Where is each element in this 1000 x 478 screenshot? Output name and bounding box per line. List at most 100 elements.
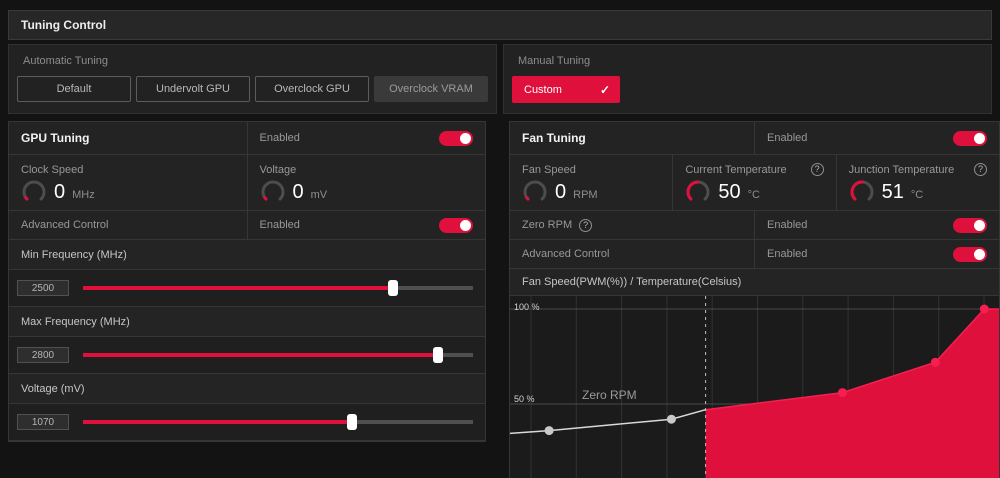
fan-curve-point[interactable] — [838, 388, 847, 398]
slider-fill — [83, 420, 353, 424]
fan-advanced-control-toggle[interactable] — [953, 246, 987, 262]
zero-rpm-label: Zero RPM — [522, 219, 573, 231]
custom-button[interactable]: Custom ✓ — [512, 76, 620, 103]
voltage-slider[interactable] — [83, 414, 473, 430]
toggle-knob — [974, 132, 985, 144]
default-button[interactable]: Default — [17, 76, 131, 102]
clock-speed-label: Clock Speed — [21, 163, 84, 176]
current-temperature-cell: Current Temperature ? 50 °C — [672, 155, 835, 210]
current-temperature-gauge-icon — [686, 180, 710, 201]
zero-rpm-toggle[interactable] — [953, 217, 987, 233]
voltage-cell: Voltage 0 mV — [246, 155, 486, 210]
fan-tuning-panel: Fan Tuning Enabled Fan Speed 0 RPM Curre… — [509, 121, 1000, 478]
voltage-mv-label: Voltage (mV) — [9, 374, 485, 404]
max-frequency-slider-handle[interactable] — [432, 347, 443, 363]
fan-advanced-enabled-label: Enabled — [767, 248, 808, 260]
fan-speed-gauge-icon — [523, 180, 547, 201]
gpu-tuning-title: GPU Tuning — [21, 131, 90, 145]
fan-curve-point[interactable] — [930, 357, 940, 367]
min-frequency-slider[interactable] — [83, 280, 473, 296]
voltage-label: Voltage — [259, 163, 297, 176]
gpu-advanced-control-cell: Advanced Control — [9, 211, 247, 239]
gpu-gauges-row: Clock Speed 0 MHz Voltage 0 mV — [9, 155, 485, 211]
gpu-advanced-enabled-label: Enabled — [259, 219, 300, 231]
overclock-gpu-button[interactable]: Overclock GPU — [255, 76, 369, 102]
fan-speed-cell: Fan Speed 0 RPM — [510, 155, 672, 210]
fan-advanced-control-cell: Advanced Control — [510, 240, 754, 268]
help-icon[interactable]: ? — [579, 218, 593, 232]
min-frequency-slider-handle[interactable] — [388, 280, 399, 296]
gpu-advanced-control-label: Advanced Control — [21, 219, 109, 231]
gpu-advanced-control-toggle[interactable] — [439, 217, 473, 233]
voltage-slider-handle[interactable] — [347, 414, 358, 430]
min-frequency-input[interactable] — [17, 280, 69, 296]
gpu-tuning-enabled-cell: Enabled — [246, 122, 486, 154]
clock-speed-gauge-icon — [22, 180, 46, 201]
junction-temperature-gauge-icon — [850, 180, 874, 201]
fan-speed-value: 0 — [555, 180, 567, 203]
gpu-advanced-enabled-cell: Enabled — [246, 211, 486, 239]
help-icon[interactable]: ? — [810, 163, 824, 176]
max-frequency-label: Max Frequency (MHz) — [9, 307, 485, 337]
fan-advanced-control-label: Advanced Control — [522, 248, 610, 260]
max-frequency-input[interactable] — [17, 347, 69, 363]
junction-temperature-unit: °C — [910, 189, 924, 201]
gpu-tuning-enabled-toggle[interactable] — [439, 130, 473, 146]
custom-button-label: Custom — [524, 83, 562, 96]
toggle-knob — [460, 132, 471, 144]
zero-rpm-enabled-label: Enabled — [767, 219, 808, 231]
current-temperature-label: Current Temperature — [685, 163, 787, 176]
voltage-unit: mV — [310, 189, 328, 201]
help-icon[interactable]: ? — [973, 163, 987, 176]
undervolt-gpu-button[interactable]: Undervolt GPU — [136, 76, 250, 102]
fan-gauges-row: Fan Speed 0 RPM Current Temperature ? 50… — [510, 155, 999, 211]
fan-curve-chart[interactable]: 100 % 50 % Zero RPM — [510, 296, 999, 478]
max-frequency-slider[interactable] — [83, 347, 473, 363]
voltage-input[interactable] — [17, 414, 69, 430]
manual-tuning-label: Manual Tuning — [518, 55, 591, 67]
gpu-tuning-enabled-label: Enabled — [259, 132, 300, 144]
junction-temperature-label: Junction Temperature — [848, 163, 955, 176]
junction-temperature-cell: Junction Temperature ? 51 °C — [835, 155, 999, 210]
clock-speed-unit: MHz — [72, 189, 95, 201]
max-frequency-slider-row — [9, 337, 485, 374]
voltage-slider-row — [9, 404, 485, 441]
min-frequency-slider-row — [9, 270, 485, 307]
automatic-tuning-section: Automatic Tuning Default Undervolt GPU O… — [8, 44, 497, 114]
fan-curve-point[interactable] — [979, 304, 989, 314]
overclock-vram-button[interactable]: Overclock VRAM — [374, 76, 488, 102]
fan-tuning-title-cell: Fan Tuning — [510, 122, 754, 154]
gpu-tuning-title-cell: GPU Tuning — [9, 122, 247, 154]
page-title-bar: Tuning Control — [8, 10, 992, 40]
fan-speed-label: Fan Speed — [522, 163, 576, 176]
page-title: Tuning Control — [21, 18, 107, 32]
gpu-tuning-header: GPU Tuning Enabled — [9, 122, 485, 155]
toggle-knob — [974, 248, 985, 260]
y-axis-50-label: 50 % — [514, 394, 535, 404]
fan-curve-svg[interactable] — [510, 296, 999, 478]
voltage-value: 0 — [292, 180, 304, 203]
clock-speed-cell: Clock Speed 0 MHz — [9, 155, 247, 210]
zero-rpm-cell: Zero RPM ? — [510, 211, 754, 239]
manual-tuning-section: Manual Tuning Custom ✓ — [503, 44, 992, 114]
current-temperature-value: 50 — [718, 180, 741, 203]
fan-curve-chart-title: Fan Speed(PWM(%)) / Temperature(Celsius) — [510, 269, 999, 296]
junction-temperature-value: 51 — [881, 180, 904, 203]
toggle-knob — [460, 219, 471, 231]
voltage-gauge-icon — [261, 180, 284, 201]
fan-tuning-enabled-cell: Enabled — [754, 122, 999, 154]
fan-tuning-enabled-toggle[interactable] — [953, 130, 987, 146]
fan-curve-point[interactable] — [544, 426, 554, 436]
fan-speed-unit: RPM — [573, 189, 598, 201]
y-axis-100-label: 100 % — [514, 302, 540, 312]
zero-rpm-enabled-cell: Enabled — [754, 211, 999, 239]
fan-advanced-control-row: Advanced Control Enabled — [510, 240, 999, 269]
fan-curve-point[interactable] — [666, 414, 676, 424]
slider-fill — [83, 286, 394, 290]
slider-fill — [83, 353, 438, 357]
check-icon: ✓ — [599, 82, 610, 97]
automatic-tuning-buttons: Default Undervolt GPU Overclock GPU Over… — [9, 76, 496, 102]
zero-rpm-row: Zero RPM ? Enabled — [510, 211, 999, 240]
fan-tuning-enabled-label: Enabled — [767, 132, 808, 144]
current-temperature-unit: °C — [747, 189, 760, 201]
